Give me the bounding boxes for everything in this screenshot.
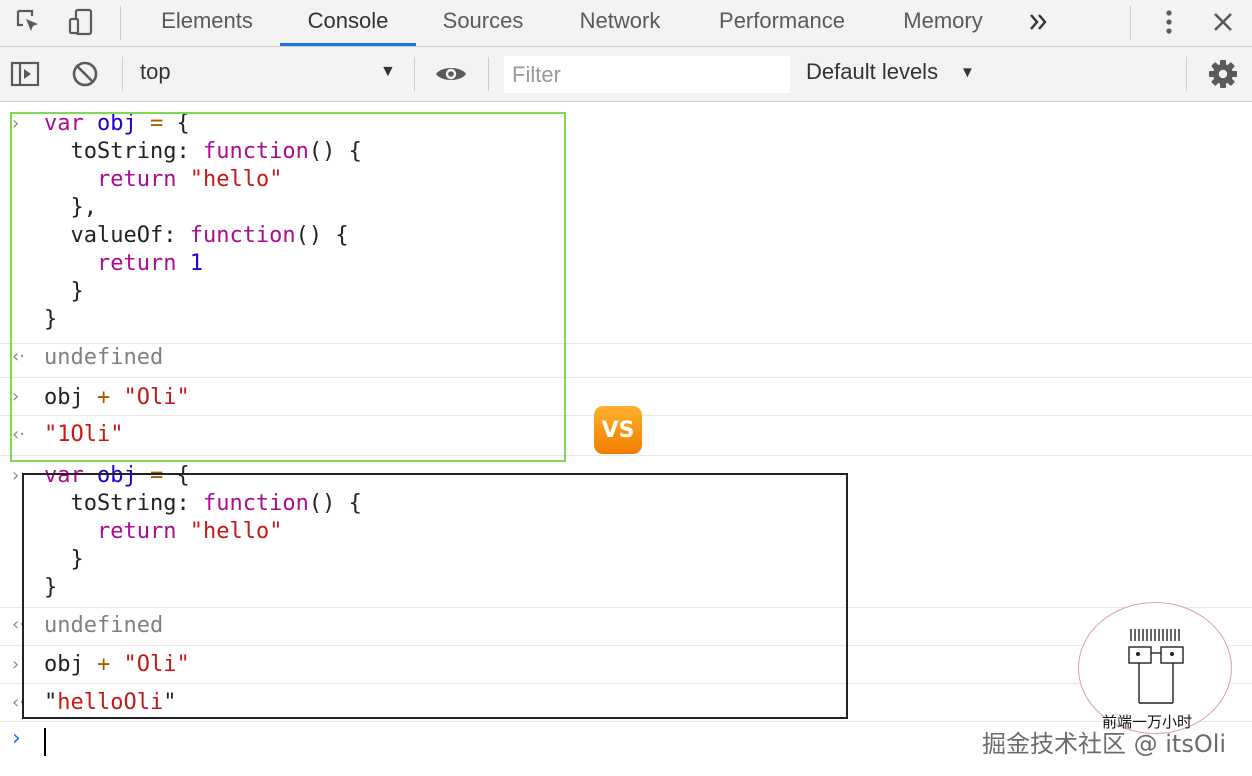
console-toolbar: top ▼ Default levels ▼ — [0, 47, 1252, 102]
clear-console-icon[interactable] — [68, 58, 102, 90]
device-toolbar-icon[interactable] — [64, 6, 98, 38]
kebab-menu-icon[interactable] — [1152, 6, 1186, 38]
show-sidebar-icon[interactable] — [8, 58, 42, 90]
chevron-down-icon[interactable]: ▼ — [960, 64, 975, 81]
vs-badge: VS — [594, 406, 642, 454]
context-selector[interactable]: top — [140, 59, 171, 85]
more-tabs-icon[interactable] — [1022, 6, 1056, 38]
input-prompt-chevron-icon: › — [12, 465, 20, 486]
message-divider — [0, 721, 1252, 722]
console-prompt-input[interactable] — [44, 728, 46, 756]
tab-sources[interactable]: Sources — [430, 0, 536, 46]
tab-elements[interactable]: Elements — [150, 0, 264, 46]
close-icon[interactable] — [1206, 6, 1240, 38]
tab-console[interactable]: Console — [280, 0, 416, 46]
input-prompt-chevron-icon: › — [12, 654, 20, 675]
inspect-element-icon[interactable] — [12, 6, 46, 38]
filter-input[interactable] — [504, 56, 790, 93]
tab-performance[interactable]: Performance — [704, 0, 860, 46]
chevron-down-icon[interactable]: ▼ — [380, 63, 396, 81]
tab-network[interactable]: Network — [566, 0, 674, 46]
community-watermark: 掘金技术社区 @ itsOli — [982, 730, 1227, 758]
toolbar-divider — [1130, 6, 1131, 40]
log-levels-dropdown[interactable]: Default levels — [806, 59, 938, 85]
toolbar-divider — [120, 6, 121, 40]
console-prompt-chevron-icon: › — [12, 726, 21, 751]
toolbar-divider — [122, 57, 123, 91]
toolbar-divider — [488, 57, 489, 91]
tab-memory[interactable]: Memory — [890, 0, 996, 46]
toolbar-divider — [1186, 57, 1187, 91]
live-expression-eye-icon[interactable] — [434, 58, 468, 90]
comparison-box-black — [22, 473, 848, 719]
devtools-tab-bar: Elements Console Sources Network Perform… — [0, 0, 1252, 47]
toolbar-divider — [414, 57, 415, 91]
comparison-box-green — [10, 112, 566, 462]
settings-gear-icon[interactable] — [1206, 58, 1240, 90]
